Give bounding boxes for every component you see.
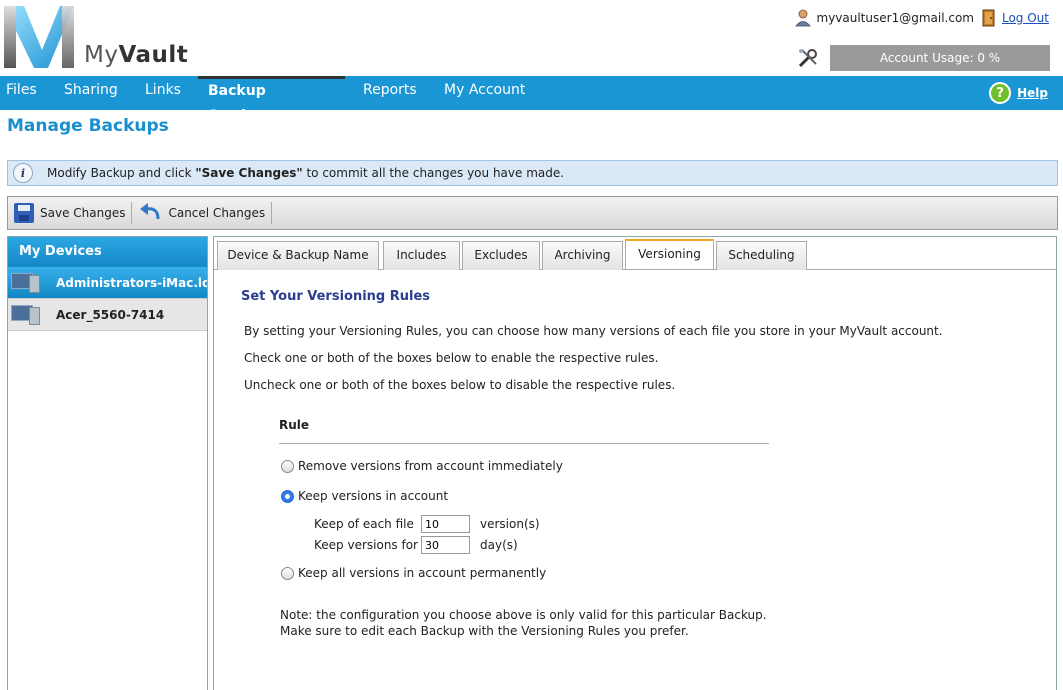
radio-remove-versions[interactable] <box>281 459 294 473</box>
versioning-note-2: Make sure to edit each Backup with the V… <box>280 624 689 638</box>
keep-each-file-row: Keep of each file version(s) <box>314 515 540 533</box>
device-item-acer[interactable]: Acer_5560-7414 <box>8 299 207 331</box>
nav-sharing[interactable]: Sharing <box>64 76 118 110</box>
versioning-rules-title: Set Your Versioning Rules <box>241 289 431 304</box>
tab-device-backup-name[interactable]: Device & Backup Name <box>217 241 379 270</box>
keep-versions-for-unit: day(s) <box>480 538 518 552</box>
help-icon[interactable]: ? <box>989 82 1012 104</box>
option-remove-label: Remove versions from account immediately <box>298 459 563 473</box>
device-item-administrators-imac[interactable]: Administrators-iMac.lo <box>8 267 207 299</box>
devices-sidebar: My Devices Administrators-iMac.lo Acer_5… <box>7 236 208 690</box>
keep-each-file-input[interactable] <box>421 515 470 533</box>
logout-link[interactable]: Log Out <box>1002 11 1049 25</box>
cancel-changes-button[interactable]: Cancel Changes <box>132 198 271 228</box>
save-changes-label: Save Changes <box>40 206 126 220</box>
keep-versions-for-label: Keep versions for <box>314 538 418 552</box>
info-icon: i <box>13 163 33 183</box>
versioning-description: By setting your Versioning Rules, you ca… <box>244 324 943 338</box>
cancel-changes-label: Cancel Changes <box>168 206 266 220</box>
nav-backup-settings[interactable]: Backup Settings <box>198 76 345 124</box>
main-nav: Files Sharing Links Backup Settings Repo… <box>0 76 1063 124</box>
user-email: myvaultuser1@gmail.com <box>816 11 974 25</box>
keep-each-file-unit: version(s) <box>480 517 540 531</box>
save-icon <box>14 203 34 223</box>
versioning-check-hint: Check one or both of the boxes below to … <box>244 351 659 365</box>
save-changes-button[interactable]: Save Changes <box>8 198 131 228</box>
keep-versions-for-input[interactable] <box>421 536 470 554</box>
tools-icon[interactable] <box>796 46 820 70</box>
nav-reports[interactable]: Reports <box>363 76 417 110</box>
option-remove-versions[interactable]: Remove versions from account immediately <box>281 459 563 473</box>
computer-icon <box>11 304 41 325</box>
account-usage-bar: Account Usage: 0 % <box>830 45 1050 71</box>
help-link[interactable]: Help <box>1017 86 1048 100</box>
info-bar: i Modify Backup and click "Save Changes"… <box>7 160 1058 186</box>
radio-keep-versions[interactable] <box>281 489 294 503</box>
header: MyVault myvaultuser1@gmail.com Log Out A… <box>0 0 1063 76</box>
info-text: Modify Backup and click "Save Changes" t… <box>47 166 565 180</box>
undo-icon <box>140 203 160 220</box>
tab-archiving[interactable]: Archiving <box>542 241 623 270</box>
toolbar-separator <box>271 202 273 224</box>
sidebar-title: My Devices <box>8 237 207 267</box>
logo-v-icon <box>4 6 74 68</box>
nav-files[interactable]: Files <box>6 76 37 110</box>
option-keep-all-versions[interactable]: Keep all versions in account permanently <box>281 566 546 580</box>
rule-header: Rule <box>279 418 310 432</box>
tab-excludes[interactable]: Excludes <box>462 241 540 270</box>
tab-includes[interactable]: Includes <box>383 241 460 270</box>
user-area: myvaultuser1@gmail.com Log Out <box>794 6 1049 30</box>
logout-door-icon[interactable] <box>982 9 996 27</box>
keep-each-file-label: Keep of each file <box>314 517 414 531</box>
logo-text: MyVault <box>84 42 189 68</box>
user-icon <box>794 9 811 27</box>
radio-keep-all-versions[interactable] <box>281 566 294 580</box>
rule-divider <box>279 443 769 444</box>
versioning-note: Note: the configuration you choose above… <box>280 608 767 622</box>
option-keep-label: Keep versions in account <box>298 489 449 503</box>
nav-links[interactable]: Links <box>145 76 181 110</box>
help-area: ? Help <box>989 82 1048 104</box>
option-keep-versions[interactable]: Keep versions in account <box>281 489 448 503</box>
device-name: Acer_5560-7414 <box>56 307 165 322</box>
page-title: Manage Backups <box>7 116 169 136</box>
device-name: Administrators-iMac.lo <box>56 275 207 290</box>
toolbar: Save Changes Cancel Changes <box>7 196 1058 230</box>
option-keep-all-label: Keep all versions in account permanently <box>298 566 547 580</box>
nav-my-account[interactable]: My Account <box>444 76 525 110</box>
keep-versions-for-row: Keep versions for day(s) <box>314 536 518 554</box>
tab-scheduling[interactable]: Scheduling <box>716 241 807 270</box>
computer-icon <box>11 272 41 293</box>
tab-versioning[interactable]: Versioning <box>625 239 714 269</box>
backup-settings-panel: Device & Backup Name Includes Excludes A… <box>213 236 1057 690</box>
usage-area: Account Usage: 0 % <box>796 44 1050 72</box>
tab-strip: Device & Backup Name Includes Excludes A… <box>214 237 1056 270</box>
myvault-logo[interactable]: MyVault <box>2 4 192 70</box>
versioning-uncheck-hint: Uncheck one or both of the boxes below t… <box>244 378 676 392</box>
